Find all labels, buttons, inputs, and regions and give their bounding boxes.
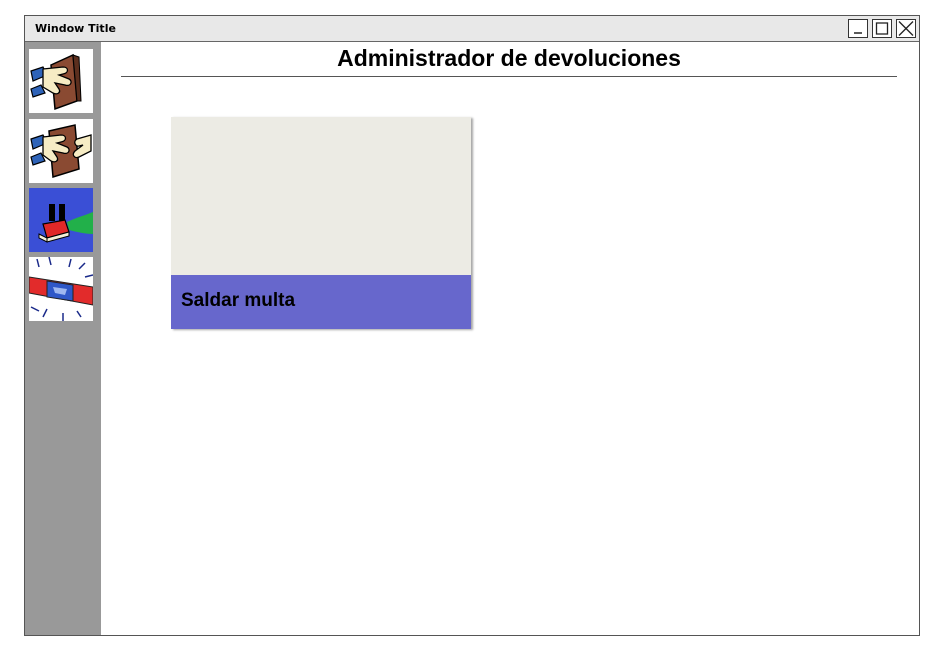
page-title: Administrador de devoluciones	[337, 45, 681, 71]
hands-exchanging-book-icon	[30, 124, 92, 178]
app-window: Window Title Administrador de devolucion…	[24, 15, 920, 636]
sidebar-item-give-book[interactable]	[29, 49, 93, 113]
maximize-icon	[875, 22, 889, 35]
window-title: Window Title	[35, 22, 116, 35]
minimize-button[interactable]	[848, 19, 868, 38]
card-footer: Saldar multa	[171, 275, 471, 329]
sidebar-item-alarm[interactable]	[29, 257, 93, 321]
sidebar-item-paused-book[interactable]	[29, 188, 93, 252]
settle-fine-card[interactable]: Saldar multa	[171, 117, 471, 329]
title-divider	[121, 76, 897, 77]
close-button[interactable]	[896, 19, 916, 38]
minimize-icon	[854, 32, 862, 34]
close-icon	[898, 21, 914, 36]
alarm-siren-icon	[29, 257, 93, 321]
hand-giving-book-icon	[30, 53, 82, 111]
card-label: Saldar multa	[181, 290, 296, 311]
maximize-button[interactable]	[872, 19, 892, 38]
sidebar-item-exchange-book[interactable]	[29, 119, 93, 183]
title-bar: Window Title	[25, 16, 919, 42]
paused-book-icon	[38, 204, 93, 243]
sidebar	[25, 42, 101, 635]
